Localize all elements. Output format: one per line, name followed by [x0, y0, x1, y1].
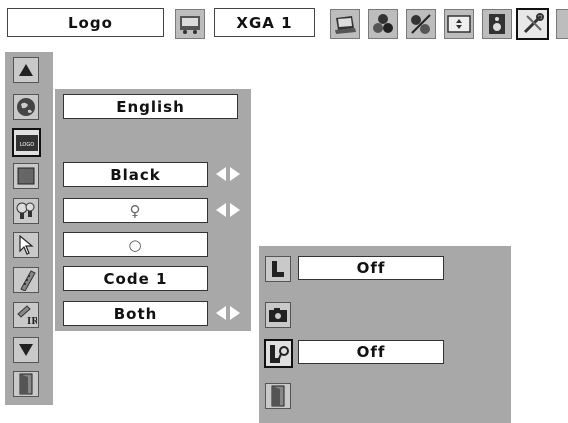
language-value[interactable]: English	[63, 94, 238, 119]
logo-select-value[interactable]: Off	[298, 256, 444, 280]
lamp-control-icon[interactable]	[13, 198, 39, 224]
remote-code-value[interactable]: Code 1	[63, 266, 208, 291]
left-right-arrows-icon	[216, 203, 240, 217]
standby-value[interactable]: ○	[63, 232, 208, 257]
ir-remote-receiver-icon[interactable]: IR	[13, 302, 39, 328]
screen-icon[interactable]	[444, 9, 474, 39]
logo-select-icon[interactable]	[265, 256, 291, 282]
left-right-arrows-icon	[216, 306, 240, 320]
lamp-control-arrows[interactable]	[215, 202, 241, 218]
capture-camera-icon[interactable]	[265, 302, 291, 328]
pointer-icon[interactable]	[13, 232, 39, 258]
language-globe-icon[interactable]	[13, 94, 39, 120]
logo-pin-code-lock-icon[interactable]	[264, 339, 293, 368]
submenu-exit-door-icon[interactable]	[265, 383, 291, 409]
image-adjust-icon[interactable]	[406, 9, 436, 39]
sound-icon[interactable]	[482, 9, 512, 39]
signal-input-label: XGA 1	[214, 8, 315, 37]
left-right-arrows-icon	[216, 167, 240, 181]
scroll-down-icon[interactable]	[13, 337, 39, 363]
menu-title: Logo	[7, 8, 164, 37]
lamp-control-value[interactable]: ♀	[63, 198, 208, 223]
remote-control-icon[interactable]	[13, 267, 39, 293]
top-bar: Logo XGA 1	[0, 0, 568, 46]
background-value[interactable]: Black	[63, 162, 208, 187]
scroll-up-icon[interactable]	[13, 57, 39, 83]
exit-door-icon[interactable]	[13, 371, 39, 397]
input-source-icon[interactable]	[175, 9, 205, 39]
logo-icon[interactable]: LOGO	[12, 128, 41, 157]
ir-remote-value[interactable]: Both	[63, 301, 208, 326]
display-laptop-icon[interactable]	[330, 9, 360, 39]
info-icon-partial[interactable]	[556, 9, 568, 39]
svg-text:LOGO: LOGO	[19, 142, 33, 148]
svg-text:IR: IR	[27, 317, 37, 326]
background-arrows[interactable]	[215, 166, 241, 182]
background-icon[interactable]	[13, 163, 39, 189]
color-adjust-icon[interactable]	[368, 9, 398, 39]
ir-remote-arrows[interactable]	[215, 305, 241, 321]
logo-pin-code-lock-value[interactable]: Off	[298, 340, 444, 364]
setting-icon[interactable]	[516, 8, 549, 40]
